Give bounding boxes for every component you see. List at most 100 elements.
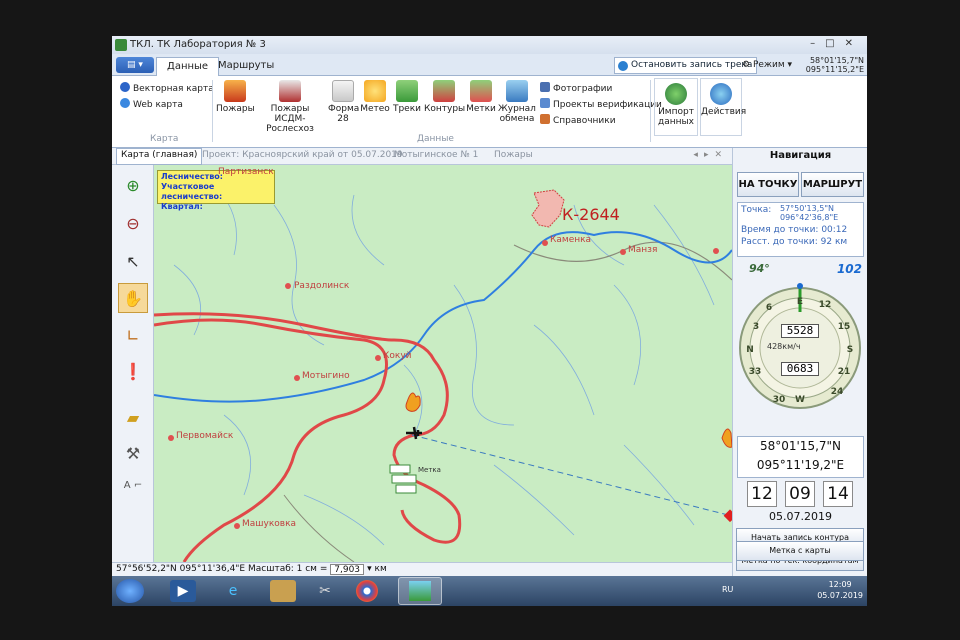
svg-text:W: W bbox=[795, 395, 805, 405]
ruler-icon[interactable]: ∟ bbox=[118, 321, 148, 351]
import-globe-icon bbox=[665, 83, 687, 105]
svg-text:6: 6 bbox=[766, 303, 772, 313]
references-icon bbox=[540, 114, 550, 124]
target-coords: 57°50'13,5"N 096°42'36,8"E bbox=[780, 204, 838, 222]
svg-text:12: 12 bbox=[819, 300, 832, 310]
ribbon: Векторная карта Web карта Карта Пожары П… bbox=[112, 76, 867, 148]
references-option[interactable]: Справочники bbox=[540, 114, 616, 126]
current-lat: 58°01'15,7"N bbox=[759, 439, 842, 453]
svg-text:S: S bbox=[847, 345, 853, 355]
distance-readout: 0683 bbox=[781, 362, 819, 376]
file-explorer-icon[interactable] bbox=[270, 580, 296, 602]
contours-icon bbox=[433, 80, 455, 102]
place-label-mashukovka: Машуковка bbox=[242, 519, 297, 529]
svg-text:24: 24 bbox=[831, 387, 844, 397]
marks-label: Метки bbox=[466, 104, 496, 114]
fires-button[interactable]: Пожары bbox=[216, 80, 255, 114]
app-menu-button[interactable]: ▤ ▾ bbox=[116, 57, 154, 73]
window-title: ТКЛ. ТК Лаборатория № 3 bbox=[130, 39, 266, 50]
tkl-app-icon bbox=[409, 581, 431, 601]
fires-isdm-button[interactable]: Пожары ИСДМ-Рослесхоз bbox=[254, 80, 326, 134]
globe-icon bbox=[120, 82, 130, 92]
exchange-log-label: Журнал обмена bbox=[498, 104, 536, 124]
marks-button[interactable]: Метки bbox=[466, 80, 496, 114]
current-date: 05.07.2019 bbox=[769, 510, 832, 523]
pan-hand-icon[interactable]: ✋ bbox=[118, 283, 148, 313]
actions-button[interactable]: Действия bbox=[700, 78, 746, 136]
language-indicator[interactable]: RU bbox=[722, 585, 733, 594]
fire-label: К-2644 bbox=[562, 205, 620, 224]
target-lon: 096°42'36,8"E bbox=[780, 213, 839, 222]
active-app-slot[interactable] bbox=[398, 577, 442, 605]
header-lon: 095°11'15,2"E bbox=[805, 65, 864, 74]
meteo-button[interactable]: Метео bbox=[360, 80, 390, 114]
compass-widget: 94° 102 E 12 15 S 21 24 W 30 33 N36 5528 428км… bbox=[737, 262, 864, 434]
tracks-icon bbox=[396, 80, 418, 102]
tracks-button[interactable]: Треки bbox=[392, 80, 422, 114]
tools-icon[interactable]: ⚒ bbox=[118, 439, 148, 469]
scale-dropdown-icon[interactable]: ▾ bbox=[367, 564, 372, 574]
photos-label: Фотографии bbox=[553, 84, 613, 94]
window-controls[interactable]: –□✕ bbox=[810, 38, 863, 49]
zoom-in-icon[interactable]: ⊕ bbox=[118, 171, 148, 201]
doc-tab-fires[interactable]: Пожары bbox=[494, 150, 533, 160]
info-icon[interactable]: ❗ bbox=[118, 357, 148, 387]
chrome-icon[interactable] bbox=[356, 580, 378, 602]
exchange-log-button[interactable]: Журнал обмена bbox=[498, 80, 536, 124]
app-screen: ТКЛ. ТК Лаборатория № 3 –□✕ ▤ ▾ Данные М… bbox=[112, 36, 867, 606]
form28-button[interactable]: Форма 28 bbox=[328, 80, 359, 124]
clock-date: 05.07.2019 bbox=[817, 591, 863, 600]
doc-tabs-nav[interactable]: ◂▸✕ bbox=[693, 150, 728, 160]
media-player-icon[interactable]: ▶ bbox=[170, 580, 196, 602]
flight-path bbox=[411, 434, 732, 517]
tracks-label: Треки bbox=[392, 104, 422, 114]
place-label-kokui: Кокуй bbox=[383, 351, 412, 361]
mark-cluster bbox=[389, 464, 417, 494]
vector-map-option[interactable]: Векторная карта bbox=[120, 82, 214, 94]
contours-button[interactable]: Контуры bbox=[424, 80, 465, 114]
text-tool-icon[interactable]: A ⌐ bbox=[118, 471, 148, 501]
gear-icon: ⚙ bbox=[742, 60, 753, 70]
photos-option[interactable]: Фотографии bbox=[540, 82, 612, 94]
data-group-label: Данные bbox=[417, 134, 454, 144]
web-map-option[interactable]: Web карта bbox=[120, 98, 183, 110]
start-button[interactable] bbox=[116, 579, 144, 603]
tab-routes[interactable]: Маршруты bbox=[208, 57, 284, 76]
time-to-point: Время до точки: 00:12 bbox=[741, 225, 848, 235]
svg-text:3: 3 bbox=[753, 322, 759, 332]
mark-from-map-button[interactable]: Метка с карты bbox=[736, 541, 864, 561]
info-district: Участковое лесничество: bbox=[161, 182, 223, 201]
meteo-label: Метео bbox=[360, 104, 390, 114]
app-icon bbox=[115, 39, 127, 51]
route-button[interactable]: МАРШРУТ bbox=[801, 172, 864, 197]
place-label-pervomaysk: Первомайск bbox=[176, 431, 234, 441]
doc-tab-main-map[interactable]: Карта (главная) bbox=[116, 148, 203, 165]
place-label-motygino: Мотыгино bbox=[302, 371, 350, 381]
internet-explorer-icon[interactable]: e bbox=[220, 580, 246, 602]
scale-input[interactable]: 7,903 bbox=[330, 564, 365, 575]
map-view[interactable]: Лесничество: Участковое лесничество: Ква… bbox=[154, 165, 732, 562]
header-coords: 58°01'15,7"N 095°11'15,2"E bbox=[804, 56, 864, 74]
web-globe-icon bbox=[120, 98, 130, 108]
folder-icon[interactable]: ▰ bbox=[118, 403, 148, 433]
map-toolbar: ⊕ ⊖ ↖ ✋ ∟ ❗ ▰ ⚒ A ⌐ bbox=[112, 165, 154, 562]
place-label-partizansk: Партизанск bbox=[218, 167, 274, 177]
system-tray-clock[interactable]: 12:09 05.07.2019 bbox=[817, 579, 863, 601]
verification-option[interactable]: Проекты верификации bbox=[540, 98, 662, 110]
stop-track-record-button[interactable]: Остановить запись трека bbox=[614, 57, 758, 74]
pointer-icon[interactable]: ↖ bbox=[118, 247, 148, 277]
fire-icon bbox=[405, 392, 421, 412]
import-data-button[interactable]: Импорт данных bbox=[654, 78, 698, 136]
svg-text:N: N bbox=[746, 345, 754, 355]
current-coords: 58°01'15,7"N 095°11'19,2"E bbox=[737, 436, 864, 478]
doc-tab-project[interactable]: Проект: Красноярский край от 05.07.2019 bbox=[202, 150, 403, 160]
web-map-label: Web карта bbox=[133, 100, 183, 110]
clock-time: 12:09 bbox=[828, 580, 852, 589]
zoom-out-icon[interactable]: ⊖ bbox=[118, 209, 148, 239]
tools-app-icon[interactable]: ✂ bbox=[312, 580, 338, 602]
doc-tab-motygino[interactable]: Мотыгинское № 1 bbox=[394, 150, 478, 160]
fires-isdm-label: Пожары ИСДМ-Рослесхоз bbox=[266, 104, 314, 134]
mode-menu[interactable]: ⚙ Режим ▾ bbox=[742, 60, 792, 70]
to-point-button[interactable]: НА ТОЧКУ bbox=[737, 172, 799, 197]
mark-label: Метка bbox=[418, 466, 441, 474]
